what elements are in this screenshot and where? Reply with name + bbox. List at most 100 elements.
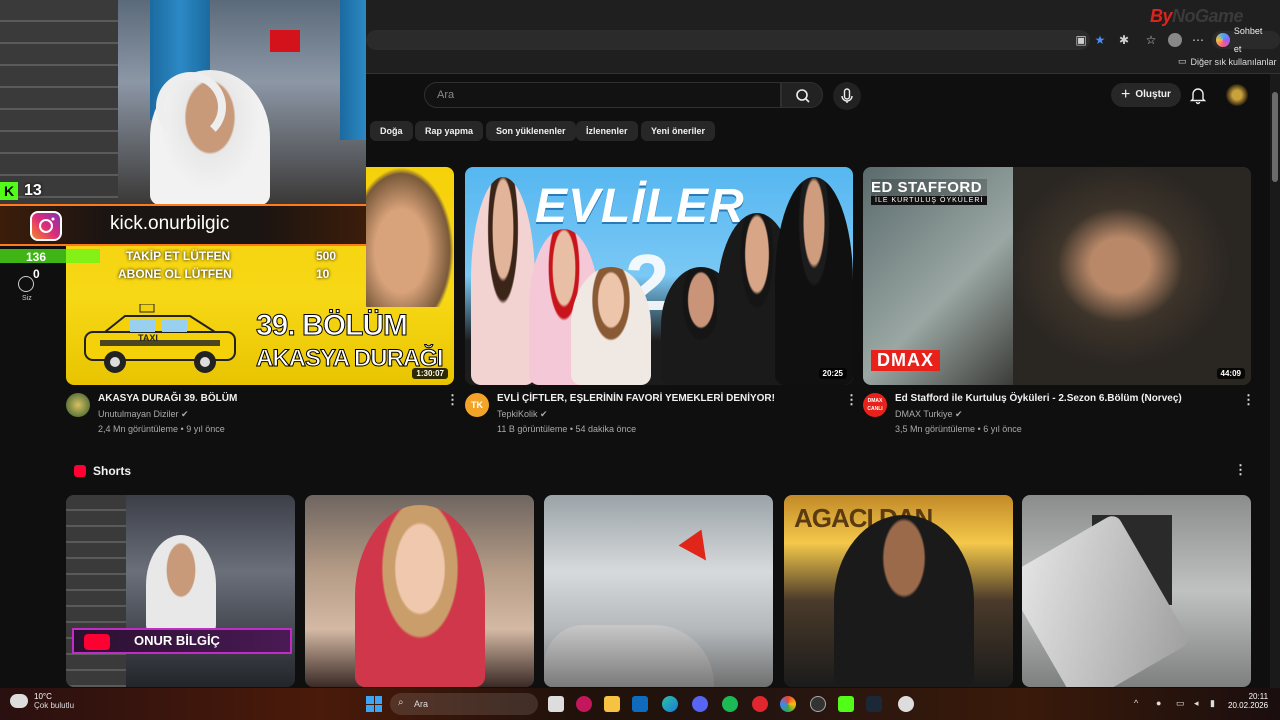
kick-viewer-count: K 13 [0, 180, 42, 202]
video-menu-icon[interactable]: ⋮ [1242, 392, 1255, 408]
volume-icon[interactable]: ◂ [1194, 698, 1204, 708]
chip-doga[interactable]: Doğa [370, 121, 413, 141]
short-car [544, 625, 714, 687]
chip-izlenenler[interactable]: İzlenenler [576, 121, 638, 141]
file-explorer-icon[interactable] [604, 696, 620, 712]
thumbnail-episode-text: 39. BÖLÜM [255, 309, 408, 343]
microphone-tray-icon[interactable]: ● [1156, 698, 1166, 708]
apps-icon[interactable]: ▣ [1074, 33, 1088, 47]
discord-icon[interactable] [692, 696, 708, 712]
taskbar-search[interactable]: Ara [390, 693, 538, 715]
microphone-icon [841, 88, 853, 103]
watermark-brand: ByNoGame [1150, 6, 1244, 27]
search-button[interactable] [781, 82, 823, 108]
sidebar-item-you-label[interactable]: Siz [22, 295, 32, 302]
short-person [834, 515, 974, 687]
channel-avatar[interactable] [66, 393, 90, 417]
create-label: Oluştur [1135, 89, 1171, 100]
video-thumbnail-3[interactable]: ED STAFFORD İLE KURTULUŞ ÖYKÜLERİ DMAX 4… [863, 167, 1251, 385]
scrollbar-thumb[interactable] [1272, 92, 1278, 182]
short-thumbnail-2[interactable] [305, 495, 534, 687]
instagram-icon [30, 211, 62, 241]
taskbar-search-icon: ⌕ [398, 697, 404, 708]
short-person [355, 505, 485, 687]
turkish-flag [270, 30, 300, 52]
chip-son-yuklenenler[interactable]: Son yüklenenler [486, 121, 576, 141]
webcam-curtain [340, 0, 366, 140]
create-button[interactable]: + Oluştur [1111, 83, 1181, 107]
channel-name-text: Unutulmayan Diziler [98, 409, 179, 419]
sub-goal-target: 10 [316, 267, 330, 281]
store-icon[interactable] [632, 696, 648, 712]
channel-name[interactable]: Unutulmayan Diziler ✔ [98, 409, 189, 420]
copilot-chat-button[interactable]: Sohbet et [1212, 26, 1280, 54]
network-icon[interactable]: ▭ [1176, 698, 1186, 708]
extensions-icon[interactable]: ✱ [1117, 33, 1131, 47]
thumbnail-person [1013, 167, 1251, 385]
opera-gx-icon[interactable] [752, 696, 768, 712]
start-button[interactable] [366, 696, 382, 712]
chrome-icon[interactable] [780, 696, 796, 712]
short-thumbnail-5[interactable] [1022, 495, 1251, 687]
profile-icon[interactable] [1168, 33, 1182, 47]
settings-icon[interactable] [898, 696, 914, 712]
more-menu-icon[interactable]: ⋯ [1191, 33, 1205, 47]
tray-expand-icon[interactable]: ^ [1134, 698, 1144, 708]
notifications-button[interactable] [1188, 85, 1208, 105]
video-meta: 2,4 Mn görüntüleme • 9 yıl önce [98, 424, 225, 434]
channel-name[interactable]: DMAX Turkiye ✔ [895, 409, 963, 420]
steam-icon[interactable] [866, 696, 882, 712]
video-duration: 1:30:07 [412, 368, 448, 379]
folder-icon: ▭ [1178, 56, 1187, 66]
clock[interactable]: 20:11 20.02.2026 [1228, 692, 1268, 710]
video-title[interactable]: EVLİ ÇİFTLER, EŞLERİNİN FAVORİ YEMEKLERİ… [497, 393, 775, 404]
video-title[interactable]: Ed Stafford ile Kurtuluş Öyküleri - 2.Se… [895, 393, 1182, 404]
thumbnail-show-label: ED STAFFORD İLE KURTULUŞ ÖYKÜLERİ [871, 179, 988, 205]
verified-icon: ✔ [955, 409, 963, 419]
show-label-line2: İLE KURTULUŞ ÖYKÜLERİ [871, 196, 988, 205]
video-title[interactable]: AKASYA DURAĞI 39. BÖLÜM [98, 393, 237, 404]
favorite-star-icon[interactable]: ★ [1093, 33, 1107, 47]
sub-goal-label: ABONE OL LÜTFEN [118, 267, 232, 281]
favorites-folder-label: Diğer sık kullanılanlar [1190, 56, 1277, 67]
webcam-shelf [0, 0, 118, 205]
favorites-bar [366, 52, 1280, 74]
channel-name[interactable]: TepkiKolik ✔ [497, 409, 548, 420]
youtube-logo-icon [84, 634, 110, 650]
search-input[interactable]: Ara [424, 82, 781, 108]
headset [156, 72, 226, 142]
chip-yeni-oneriler[interactable]: Yeni öneriler [641, 121, 716, 141]
copilot-icon [1216, 33, 1230, 47]
channel-avatar[interactable]: TK [465, 393, 489, 417]
video-menu-icon[interactable]: ⋮ [845, 392, 858, 408]
short-thumbnail-1[interactable]: ONUR BİLGİÇ [66, 495, 295, 687]
shorts-menu-icon[interactable]: ⋮ [1234, 462, 1247, 478]
battery-icon[interactable]: ▮ [1210, 698, 1220, 708]
favorites-icon[interactable]: ☆ [1144, 33, 1158, 47]
weather-widget[interactable]: 10°C Çok bulutlu [10, 692, 74, 710]
obs-icon[interactable] [810, 696, 826, 712]
app-icon-opera[interactable] [576, 696, 592, 712]
short-thumbnail-3[interactable] [544, 495, 773, 687]
short-thumbnail-4[interactable]: AGACI DAN [784, 495, 1013, 687]
url-field[interactable] [366, 30, 1090, 50]
chip-rap-yapma[interactable]: Rap yapma [415, 121, 484, 141]
bell-icon [1189, 88, 1207, 105]
social-handle: kick.onurbilgic [110, 213, 230, 234]
voice-search-button[interactable] [833, 82, 861, 110]
video-menu-icon[interactable]: ⋮ [446, 392, 459, 408]
spotify-icon[interactable] [722, 696, 738, 712]
task-view-icon[interactable] [548, 696, 564, 712]
other-favorites-folder[interactable]: ▭ Diğer sık kullanılanlar [1178, 56, 1277, 67]
weather-desc: Çok bulutlu [34, 701, 75, 710]
channel-avatar[interactable]: DMAX CANLI [863, 393, 887, 417]
instagram-glyph [39, 217, 55, 233]
account-avatar[interactable] [1226, 84, 1248, 106]
short-bg-shelf [66, 495, 126, 687]
thumbnail-character [366, 167, 454, 307]
video-thumbnail-2[interactable]: EVLİLER 2 20:25 [465, 167, 853, 385]
taxi-illustration [84, 304, 236, 373]
edge-icon[interactable] [662, 696, 678, 712]
kick-app-icon[interactable] [838, 696, 854, 712]
taxi-label: TAXI [138, 333, 158, 343]
